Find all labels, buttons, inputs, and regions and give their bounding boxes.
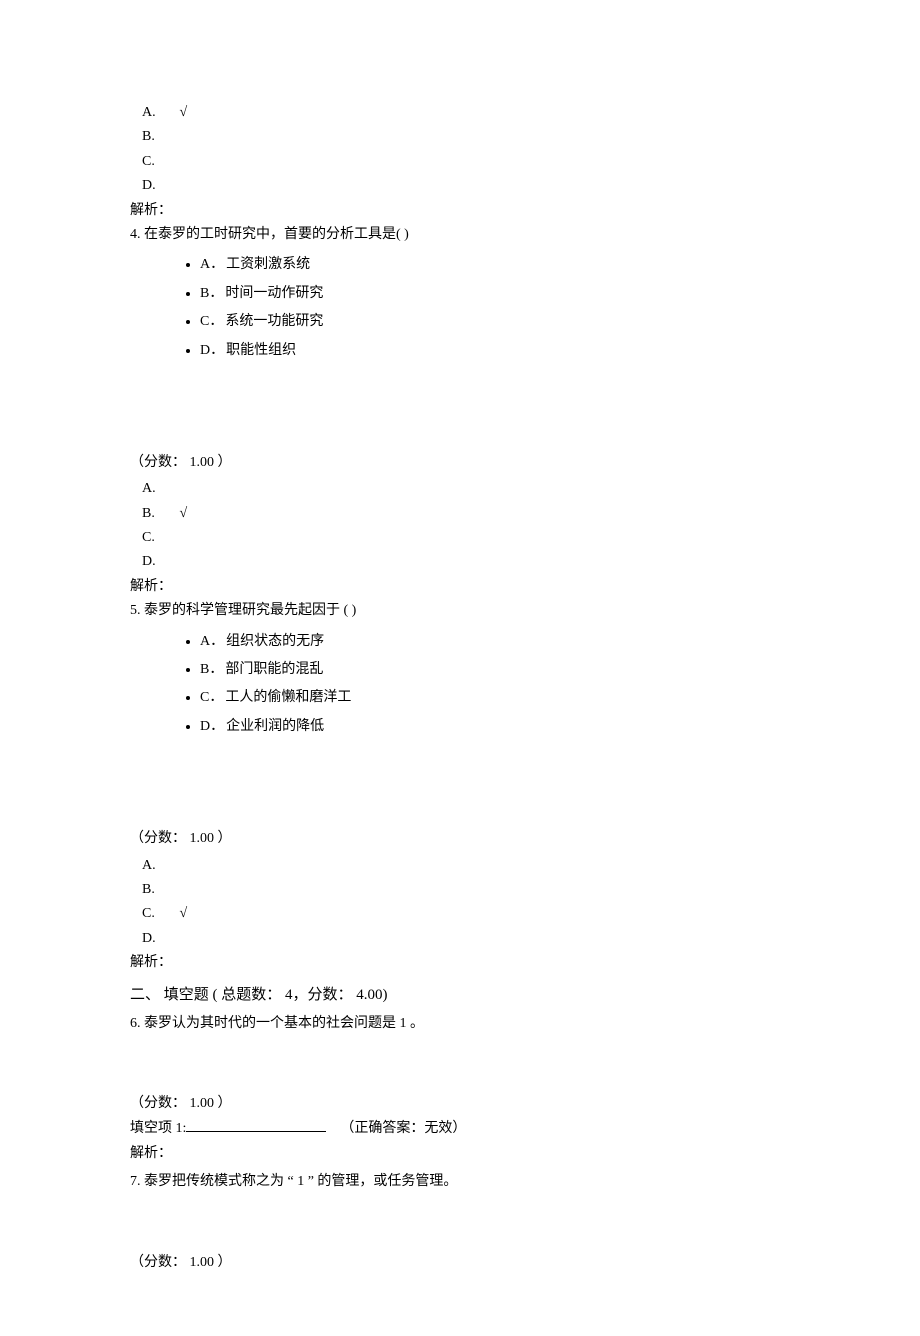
answer-d: D. [142, 551, 790, 573]
spacer [130, 1041, 790, 1091]
answer-letter: D. [142, 551, 172, 573]
q5-text: 5. 泰罗的科学管理研究最先起因于 ( ) [130, 600, 790, 622]
option-b: B．部门职能的混乱 [200, 659, 790, 681]
q4-text: 4. 在泰罗的工时研究中，首要的分析工具是( ) [130, 224, 790, 246]
option-text: 组织状态的无序 [226, 634, 324, 649]
q4-options: A．工资刺激系统 B．时间一动作研究 C．系统一功能研究 D．职能性组织 [130, 254, 790, 362]
option-text: 职能性组织 [226, 343, 296, 358]
option-d: D．企业利润的降低 [200, 716, 790, 738]
option-text: 时间一动作研究 [225, 286, 323, 301]
option-letter: A． [200, 634, 224, 649]
correct-answer: （正确答案：无效） [340, 1121, 466, 1136]
check-mark-icon: √ [180, 906, 188, 921]
answer-b: B. [142, 126, 790, 148]
q7-score: （分数： 1.00 ） [130, 1252, 790, 1274]
answer-b: B. [142, 879, 790, 901]
option-letter: D． [200, 719, 224, 734]
option-letter: B． [200, 286, 223, 301]
answer-b: B. √ [142, 503, 790, 525]
option-text: 企业利润的降低 [226, 719, 324, 734]
answer-d: D. [142, 928, 790, 950]
check-mark-icon: √ [180, 506, 188, 521]
option-b: B．时间一动作研究 [200, 283, 790, 305]
answer-a: A. [142, 855, 790, 877]
option-letter: A． [200, 257, 224, 272]
answer-letter: B. [142, 126, 172, 148]
answer-d: D. [142, 175, 790, 197]
answer-c: C. √ [142, 903, 790, 925]
option-letter: C． [200, 314, 223, 329]
answer-c: C. [142, 151, 790, 173]
q4-answer-list: A. B. √ C. D. [142, 478, 790, 574]
option-letter: C． [200, 690, 223, 705]
answer-letter: B. [142, 879, 172, 901]
answer-letter: C. [142, 151, 172, 173]
q5-score: （分数： 1.00 ） [130, 828, 790, 850]
q6-text: 6. 泰罗认为其时代的一个基本的社会问题是 1 。 [130, 1013, 790, 1035]
answer-letter: C. [142, 903, 172, 925]
answer-letter: A. [142, 478, 172, 500]
section2-header: 二、 填空题 ( 总题数： 4，分数： 4.00) [130, 983, 790, 1007]
answer-a: A. [142, 478, 790, 500]
option-letter: B． [200, 662, 223, 677]
answer-letter: A. [142, 855, 172, 877]
option-c: C．工人的偷懒和磨洋工 [200, 687, 790, 709]
q5-options: A．组织状态的无序 B．部门职能的混乱 C．工人的偷懒和磨洋工 D．企业利润的降… [130, 631, 790, 739]
answer-letter: B. [142, 503, 172, 525]
option-text: 系统一功能研究 [225, 314, 323, 329]
spacer [130, 1200, 790, 1250]
fill-label: 填空项 1: [130, 1121, 186, 1136]
option-a: A．组织状态的无序 [200, 631, 790, 653]
option-text: 工资刺激系统 [226, 257, 310, 272]
check-mark-icon: √ [180, 105, 188, 120]
q4-score: （分数： 1.00 ） [130, 452, 790, 474]
option-c: C．系统一功能研究 [200, 311, 790, 333]
option-text: 部门职能的混乱 [225, 662, 323, 677]
answer-letter: C. [142, 527, 172, 549]
answer-a: A. √ [142, 102, 790, 124]
q6-score: （分数： 1.00 ） [130, 1093, 790, 1115]
q4-analysis-label: 解析： [130, 576, 790, 598]
option-text: 工人的偷懒和磨洋工 [225, 690, 351, 705]
q5-analysis-label: 解析： [130, 952, 790, 974]
answer-letter: D. [142, 928, 172, 950]
fill-blank [186, 1117, 326, 1132]
q6-analysis-label: 解析： [130, 1143, 790, 1165]
option-letter: D． [200, 343, 224, 358]
q3-analysis-label: 解析： [130, 200, 790, 222]
q6-fill-row: 填空项 1: （正确答案：无效） [130, 1117, 790, 1140]
answer-letter: D. [142, 175, 172, 197]
answer-c: C. [142, 527, 790, 549]
answer-letter: A. [142, 102, 172, 124]
q5-answer-list: A. B. C. √ D. [142, 855, 790, 951]
option-d: D．职能性组织 [200, 340, 790, 362]
q3-answer-list: A. √ B. C. D. [142, 102, 790, 198]
q7-text: 7. 泰罗把传统模式称之为 “ 1 ” 的管理，或任务管理。 [130, 1171, 790, 1193]
option-a: A．工资刺激系统 [200, 254, 790, 276]
